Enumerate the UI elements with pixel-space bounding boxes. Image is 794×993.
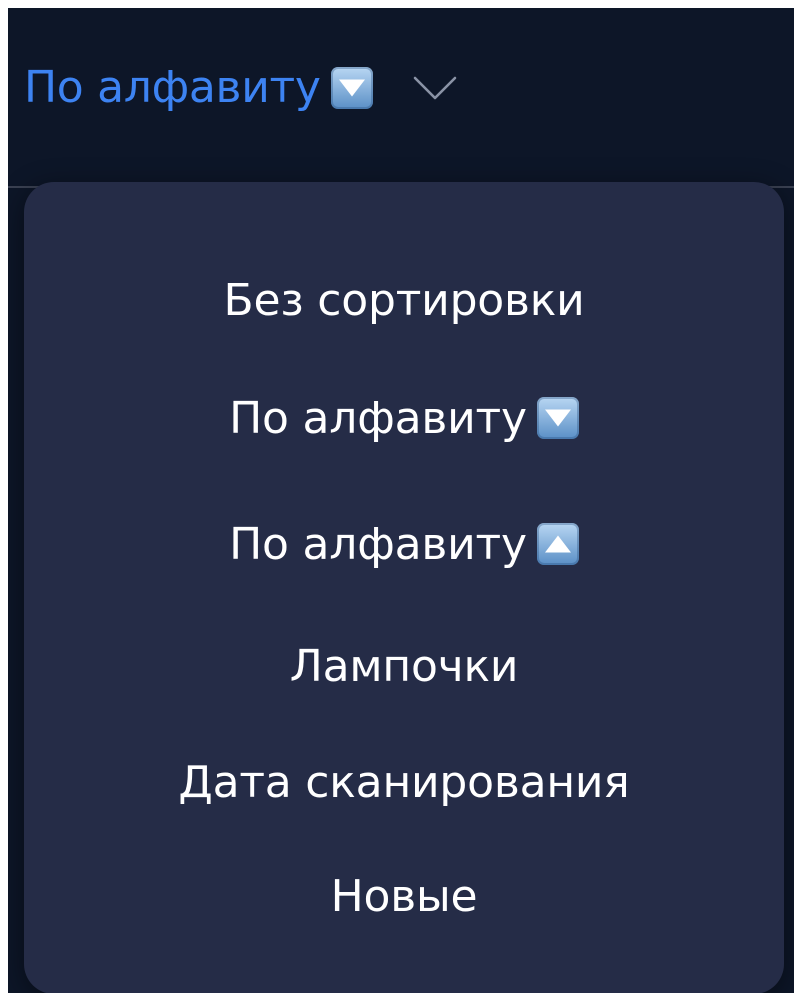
sort-selected-label: По алфавиту (24, 62, 321, 113)
menu-item-alphabet-desc[interactable]: По алфавиту (24, 378, 784, 458)
down-arrow-icon (536, 397, 579, 439)
sort-dropdown-trigger[interactable]: По алфавиту (24, 56, 457, 120)
chevron-down-icon[interactable] (413, 75, 457, 101)
menu-item-label: По алфавиту (229, 392, 527, 444)
menu-item-label: По алфавиту (229, 518, 527, 570)
menu-item-no-sort[interactable]: Без сортировки (24, 260, 784, 340)
menu-item-label: Без сортировки (223, 274, 585, 326)
down-arrow-icon (330, 67, 373, 109)
sort-header: По алфавиту (8, 8, 794, 186)
menu-item-bulbs[interactable]: Лампочки (24, 626, 784, 706)
sort-dropdown-menu: Без сортировки По алфавиту По алфавиту Л… (24, 182, 784, 993)
menu-item-label: Дата сканирования (178, 756, 630, 808)
app-window: По алфавиту Без сортировки По алфавиту П… (8, 8, 794, 993)
up-arrow-icon (536, 523, 579, 565)
menu-item-alphabet-asc[interactable]: По алфавиту (24, 504, 784, 584)
menu-item-new[interactable]: Новые (24, 856, 784, 936)
menu-item-scan-date[interactable]: Дата сканирования (24, 742, 784, 822)
menu-item-label: Лампочки (289, 640, 519, 692)
menu-item-label: Новые (330, 870, 478, 922)
